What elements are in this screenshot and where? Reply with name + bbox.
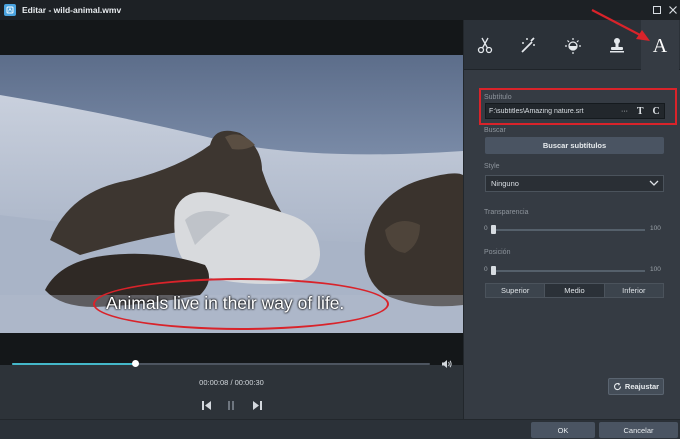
position-max: 100 <box>650 266 661 273</box>
position-min: 0 <box>484 266 488 273</box>
transparency-slider[interactable] <box>491 225 645 234</box>
subtitle-font-button[interactable]: T <box>632 104 648 118</box>
subtitle-label: Subtítulo <box>484 94 512 101</box>
settings-panel: A <box>463 20 680 419</box>
video-frame-image <box>0 55 463 333</box>
next-frame-button[interactable] <box>250 398 264 412</box>
stamp-icon <box>610 38 624 53</box>
position-label: Posición <box>484 249 511 256</box>
transparency-label: Transparencia <box>484 209 529 216</box>
style-value: Ninguno <box>491 179 519 188</box>
window-title: Editar - wild-animal.wmv <box>22 5 122 15</box>
search-label: Buscar <box>484 127 506 134</box>
position-middle-button[interactable]: Medio <box>544 284 604 297</box>
time-display: 00:00:08 / 00:00:30 <box>0 378 463 387</box>
subtitle-file-path: F:\subtitles\Amazing nature.srt <box>489 107 584 115</box>
search-subtitles-button[interactable]: Buscar subtítulos <box>485 137 664 154</box>
close-icon <box>669 6 677 14</box>
cancel-button[interactable]: Cancelar <box>599 422 678 438</box>
position-bottom-button[interactable]: Inferior <box>603 284 663 297</box>
video-preview[interactable] <box>0 55 463 333</box>
svg-text:A: A <box>653 35 668 55</box>
tab-adjust[interactable] <box>554 20 592 70</box>
time-current: 00:00:08 <box>199 378 229 387</box>
previous-frame-button[interactable] <box>200 398 214 412</box>
subtitle-overlay: Animals live in their way of life. <box>106 293 345 313</box>
volume-icon <box>442 360 452 368</box>
timeline-progress <box>12 363 136 365</box>
tab-effects[interactable] <box>509 20 547 70</box>
browse-subtitle-button[interactable]: ··· <box>617 104 633 118</box>
subtitle-file-field[interactable]: F:\subtitles\Amazing nature.srt ··· T C <box>485 103 665 119</box>
pause-button[interactable] <box>224 398 238 412</box>
reset-icon <box>613 382 621 391</box>
brightness-icon <box>565 38 581 54</box>
maximize-icon <box>653 6 661 14</box>
tool-tabs: A <box>464 20 680 70</box>
transparency-thumb[interactable] <box>491 225 496 234</box>
timeline-track[interactable] <box>12 360 430 367</box>
next-frame-icon <box>253 400 262 410</box>
letterbox-bottom <box>0 333 463 365</box>
reset-button[interactable]: Reajustar <box>608 378 664 395</box>
previous-frame-icon <box>202 400 211 410</box>
transparency-min: 0 <box>484 225 488 232</box>
text-icon: A <box>653 35 668 55</box>
tab-trim[interactable] <box>466 20 504 70</box>
tab-text[interactable]: A <box>641 20 679 70</box>
transparency-max: 100 <box>650 225 661 232</box>
title-bar: Editar - wild-animal.wmv <box>0 0 680 20</box>
scissors-icon <box>477 37 493 54</box>
chevron-down-icon <box>649 180 659 186</box>
reset-label: Reajustar <box>624 382 660 391</box>
subtitle-color-button[interactable]: C <box>648 104 664 118</box>
letterbox-top <box>0 20 463 55</box>
time-total: 00:00:30 <box>234 378 264 387</box>
pause-icon <box>228 400 234 410</box>
volume-button[interactable] <box>441 358 453 370</box>
close-button[interactable] <box>662 0 680 20</box>
magic-wand-icon <box>521 37 535 53</box>
preview-area <box>0 20 463 419</box>
subtitle-position-group: Superior Medio Inferior <box>485 283 664 298</box>
position-thumb[interactable] <box>491 266 496 275</box>
position-top-button[interactable]: Superior <box>486 284 545 297</box>
app-icon <box>4 4 16 16</box>
style-label: Style <box>484 163 500 170</box>
ok-button[interactable]: OK <box>531 422 595 438</box>
style-dropdown[interactable]: Ninguno <box>485 175 664 192</box>
position-slider[interactable] <box>491 266 645 275</box>
tab-watermark[interactable] <box>598 20 636 70</box>
